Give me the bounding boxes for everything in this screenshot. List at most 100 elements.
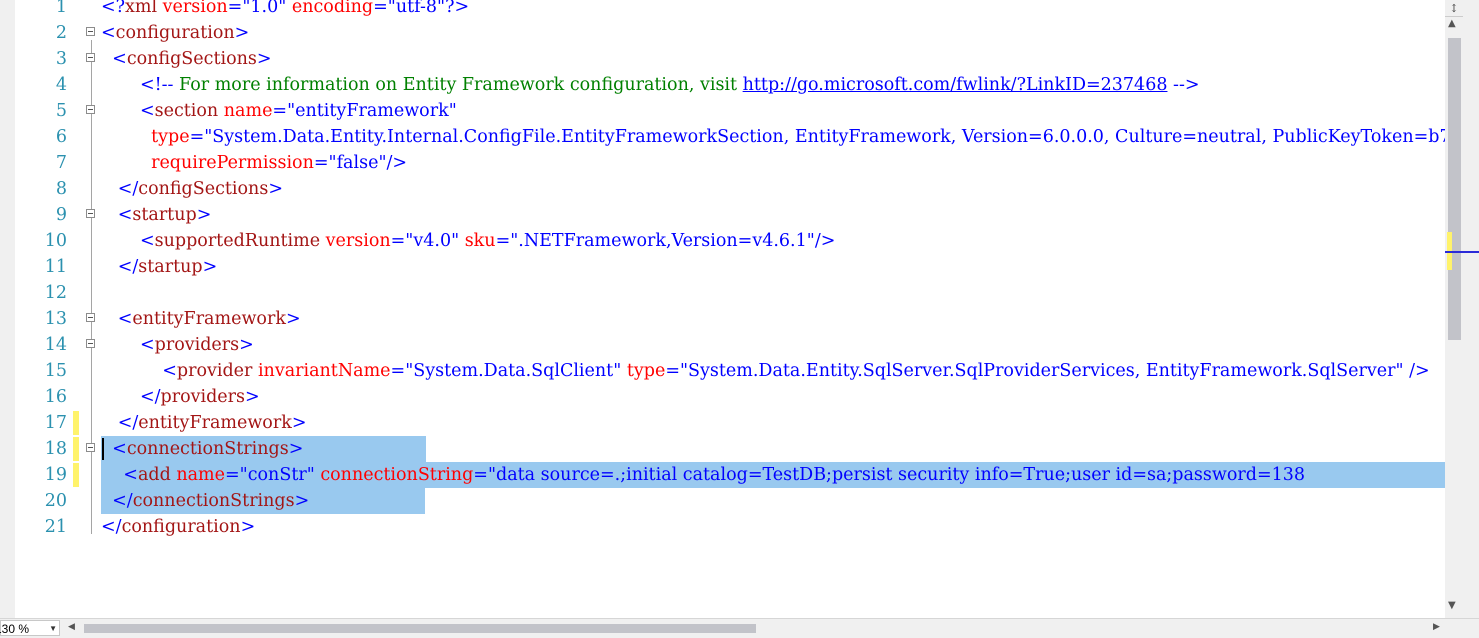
line-number: 7 [55,153,67,173]
line-number: 1 [55,0,67,17]
code-token: <? [101,0,126,17]
dropdown-arrow-icon[interactable]: ▼ [49,621,57,637]
code-editor[interactable]: 1 <?xml version="1.0" encoding="utf-8"?> 2… [15,0,1445,618]
line-number: 11 [44,257,67,277]
code-line[interactable]: 17 </entityFramework> [15,410,1445,436]
collapse-box-icon[interactable] [86,443,95,452]
code-token: > [285,309,301,329]
code-token: =" [473,465,496,485]
split-window-icon[interactable]: ↕ [1445,0,1463,17]
code-token: =" [390,361,414,381]
code-token: < [139,101,155,121]
collapse-box-icon[interactable] [86,53,95,62]
scroll-left-icon[interactable]: ◀ [68,622,75,632]
scroll-right-icon[interactable]: ▶ [1433,622,1440,632]
code-token: add [137,465,171,485]
code-text: <add name="conStr" connectionString="dat… [101,462,1305,488]
code-token: name [218,101,273,121]
line-number: 2 [55,23,67,43]
scroll-up-icon[interactable]: ▲ [1448,18,1456,29]
code-token: encoding [286,0,374,17]
code-text: <configuration> [101,20,249,46]
code-line[interactable]: 5 <section name="entityFramework" [15,98,1445,124]
code-token: =" [390,231,414,251]
scroll-down-icon[interactable]: ▼ [1448,600,1456,611]
code-line[interactable]: 13 <entityFramework> [15,306,1445,332]
code-line[interactable]: 4 <!-- For more information on Entity Fr… [15,72,1445,98]
code-token: v4.0 [413,231,452,251]
zoom-dropdown[interactable]: 130 % ▼ [0,620,60,636]
line-number: 6 [55,127,67,147]
code-token: =" [313,153,337,173]
code-token: > [245,387,260,407]
code-token: entityFramework [138,413,292,433]
code-line[interactable]: 7 requirePermission="false"/> [15,150,1445,176]
code-line[interactable]: 10 <supportedRuntime version="v4.0" sku=… [15,228,1445,254]
line-number: 15 [44,361,67,381]
zoom-value: 130 % [0,622,30,636]
code-token: name [170,465,225,485]
code-token: > [288,439,304,459]
code-token: utf-8 [395,0,438,17]
code-token: > [196,205,212,225]
code-token: < [101,23,116,43]
code-token: =" [225,465,248,485]
collapse-box-icon[interactable] [86,339,95,348]
code-line[interactable]: 19 <add name="conStr" connectionString="… [15,462,1445,488]
code-line[interactable]: 3 <configSections> [15,46,1445,72]
code-line[interactable]: 18 <connectionStrings> [15,436,1445,462]
code-token: configSections [138,179,269,199]
code-line[interactable]: 8 </configSections> [15,176,1445,202]
code-token: xml [125,0,158,17]
code-line[interactable]: 11 </startup> [15,254,1445,280]
code-token: <!-- [139,75,174,95]
horizontal-scroll-thumb[interactable] [84,624,756,633]
code-line[interactable]: 1 <?xml version="1.0" encoding="utf-8"?> [15,0,1445,20]
code-text: </entityFramework> [101,410,307,436]
hyperlink[interactable]: http://go.microsoft.com/fwlink/?LinkID=2… [743,75,1168,95]
code-line[interactable]: 21 </configuration> [15,514,1445,540]
collapse-box-icon[interactable] [86,313,95,322]
code-token: requirePermission [151,153,314,173]
code-text: </providers> [101,384,260,410]
code-token: connectionStrings [132,491,295,511]
collapse-box-icon[interactable] [86,27,95,36]
code-line[interactable]: 16 </providers> [15,384,1445,410]
code-text: <configSections> [101,46,271,72]
code-line[interactable]: 9 <startup> [15,202,1445,228]
code-token: configuration [121,517,241,537]
code-line[interactable]: 14 <providers> [15,332,1445,358]
collapse-box-icon[interactable] [86,209,95,218]
code-token: " [306,465,315,485]
code-line[interactable]: 20 </connectionStrings> [15,488,1445,514]
code-token: > [240,517,256,537]
code-token: entityFramework [132,309,286,329]
vertical-scrollbar[interactable]: ↕ ▲ ▼ [1445,0,1479,618]
code-token: "/> [378,153,408,173]
code-text: </configuration> [101,514,255,540]
code-token: > [202,257,218,277]
vertical-scroll-thumb[interactable] [1448,38,1461,340]
code-text: <!-- For more information on Entity Fram… [101,72,1200,98]
code-line[interactable]: 12 [15,280,1445,306]
line-number: 20 [44,491,67,511]
code-line[interactable]: 6 type="System.Data.Entity.Internal.Conf… [15,124,1445,150]
collapse-box-icon[interactable] [86,105,95,114]
code-token: connectionStrings [126,439,289,459]
code-token: sku [459,231,496,251]
code-token: > [268,179,283,199]
code-token: < [139,335,155,355]
code-line[interactable]: 15 <provider invariantName="System.Data.… [15,358,1445,384]
code-line[interactable]: 2 <configuration> [15,20,1445,46]
code-token: data source=.;initial catalog=TestDB;per… [496,465,1306,485]
code-token: < [117,205,133,225]
code-token: entityFramework [295,101,449,121]
line-number: 13 [44,309,67,329]
code-text: <?xml version="1.0" encoding="utf-8"?> [101,0,469,20]
change-indicator [73,437,79,461]
code-token: section [154,101,219,121]
code-token: startup [132,205,197,225]
